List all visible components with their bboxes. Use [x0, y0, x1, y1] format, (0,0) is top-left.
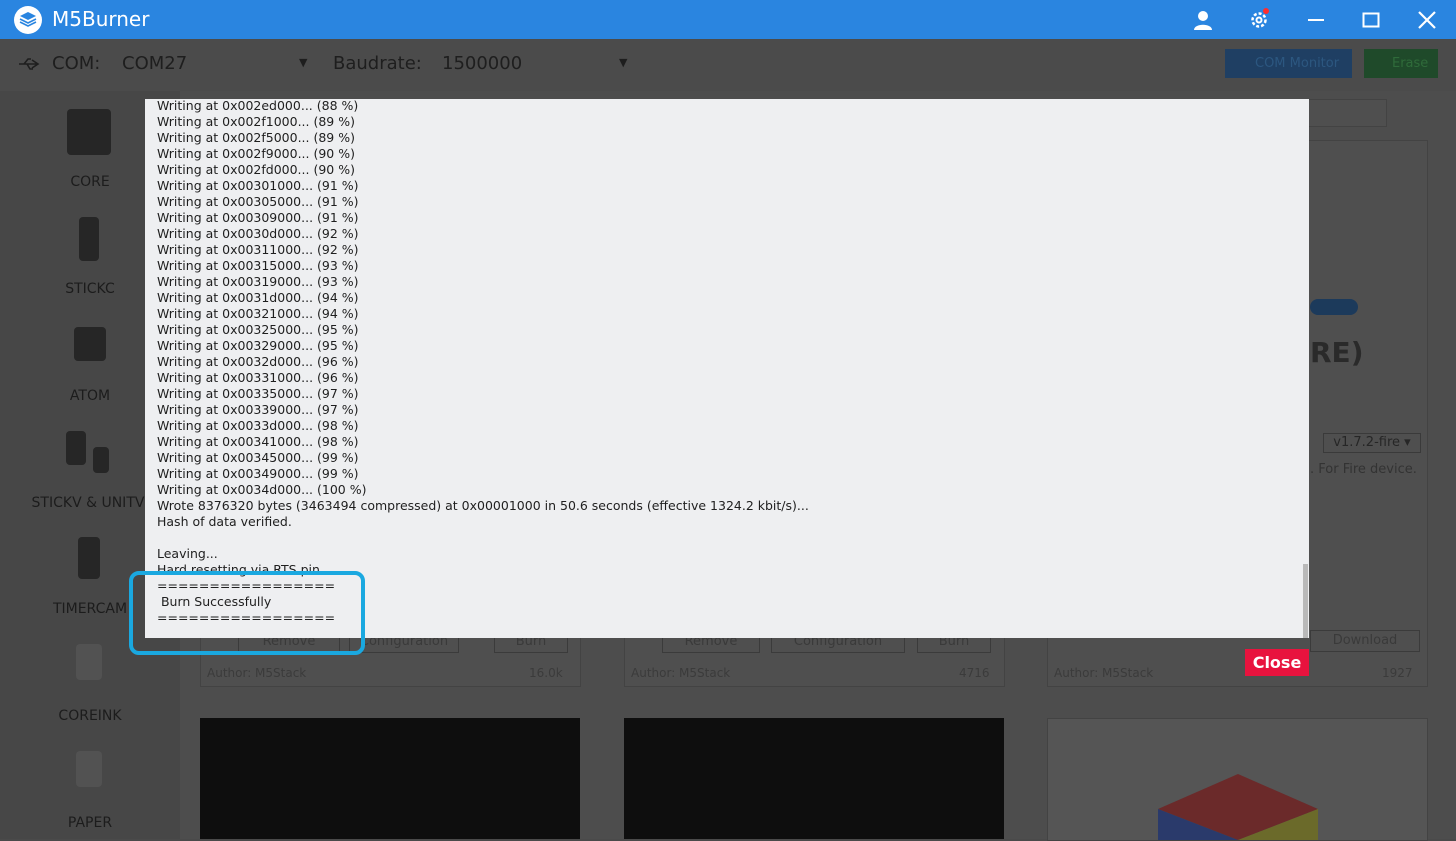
usb-icon: [19, 58, 40, 70]
log-line: Leaving...: [157, 546, 218, 561]
erase-label: Erase: [1392, 56, 1429, 71]
log-line: Writing at 0x002fd000... (90 %): [157, 162, 355, 177]
log-line: Wrote 8376320 bytes (3463494 compressed)…: [157, 498, 809, 513]
log-line: Writing at 0x00339000... (97 %): [157, 402, 359, 417]
firmware-card-5-image: [624, 718, 1004, 839]
stickv-thumb: [66, 431, 86, 465]
settings-button[interactable]: [1239, 0, 1279, 39]
unitv-thumb: [93, 447, 109, 473]
account-button[interactable]: [1183, 0, 1223, 39]
log-line: Writing at 0x00319000... (93 %): [157, 274, 359, 289]
version-select[interactable]: v1.7.2-fire ▾: [1323, 433, 1421, 453]
card-3-downloads: 1927: [1382, 666, 1413, 680]
card-3-author: Author: M5Stack: [1054, 666, 1154, 680]
log-line: Writing at 0x00321000... (94 %): [157, 306, 359, 321]
download-label: Download: [1332, 633, 1398, 648]
log-line: Writing at 0x002ed000... (88 %): [157, 99, 359, 113]
maximize-button[interactable]: [1351, 0, 1391, 39]
log-line: Writing at 0x002f1000... (89 %): [157, 114, 355, 129]
log-line: Writing at 0x00349000... (99 %): [157, 466, 359, 481]
log-line: Writing at 0x0031d000... (94 %): [157, 290, 359, 305]
log-line: Writing at 0x0030d000... (92 %): [157, 226, 359, 241]
log-line: Writing at 0x00329000... (95 %): [157, 338, 359, 353]
com-select[interactable]: COM27: [122, 53, 187, 74]
close-button[interactable]: Close: [1245, 649, 1309, 676]
user-icon: [1194, 10, 1212, 30]
baudrate-select[interactable]: 1500000: [442, 53, 522, 74]
log-line: Writing at 0x0032d000... (96 %): [157, 354, 359, 369]
log-scrollbar-thumb[interactable]: [1303, 564, 1308, 638]
timercam-thumb: [78, 537, 100, 579]
log-line: Writing at 0x00335000... (97 %): [157, 386, 359, 401]
log-line: Writing at 0x00311000... (92 %): [157, 242, 359, 257]
minimize-icon: [1308, 18, 1324, 21]
log-line: Writing at 0x00345000... (99 %): [157, 450, 359, 465]
coreink-thumb: [76, 644, 102, 680]
erase-button[interactable]: Erase: [1364, 49, 1438, 78]
com-monitor-button[interactable]: COM Monitor: [1225, 49, 1352, 78]
log-line: Writing at 0x00331000... (96 %): [157, 370, 359, 385]
paper-thumb: [76, 751, 102, 787]
title-bar: M5Burner: [0, 0, 1456, 39]
log-line: Writing at 0x00305000... (91 %): [157, 194, 359, 209]
com-monitor-label: COM Monitor: [1255, 56, 1340, 71]
app-logo-icon: [14, 6, 42, 34]
card-2-downloads: 4716: [959, 666, 990, 680]
card-3-description: . For Fire device.: [1310, 462, 1417, 477]
log-line: Writing at 0x00301000... (91 %): [157, 178, 359, 193]
notification-dot: [1263, 8, 1269, 14]
card-1-downloads: 16.0k: [529, 666, 563, 680]
log-line: Writing at 0x00315000... (93 %): [157, 258, 359, 273]
com-chevron-down-icon: ▼: [299, 56, 308, 69]
window-close-button[interactable]: [1407, 0, 1447, 39]
baudrate-label: Baudrate:: [333, 53, 422, 74]
maximize-icon: [1362, 12, 1380, 27]
atom-thumb: [74, 327, 106, 361]
sidebar-item-paper[interactable]: PAPER: [0, 815, 180, 831]
sidebar-item-coreink[interactable]: COREINK: [0, 708, 180, 724]
burn-log-dialog: Writing at 0x002e9000... (88 %)Writing a…: [145, 99, 1309, 638]
card-2-author: Author: M5Stack: [631, 666, 731, 680]
card-3-title: RE): [1310, 336, 1364, 369]
baud-chevron-down-icon: ▼: [619, 56, 628, 69]
log-line: Writing at 0x00325000... (95 %): [157, 322, 359, 337]
log-line: Writing at 0x00341000... (98 %): [157, 434, 359, 449]
log-line: Writing at 0x0033d000... (98 %): [157, 418, 359, 433]
log-line: Writing at 0x00309000... (91 %): [157, 210, 359, 225]
firmware-card-4-image: [200, 718, 580, 839]
log-scrollbar[interactable]: [1301, 99, 1309, 638]
success-highlight-box: [129, 571, 365, 655]
card-1-author: Author: M5Stack: [207, 666, 307, 680]
log-line: Hash of data verified.: [157, 514, 292, 529]
download-button[interactable]: Download: [1310, 630, 1420, 652]
uiflow-logo-icon: [1158, 774, 1318, 840]
core-thumb: [67, 109, 111, 155]
close-icon: [1418, 10, 1436, 29]
burn-log-output: Writing at 0x002e9000... (88 %)Writing a…: [157, 99, 809, 626]
log-line: Writing at 0x002f5000... (89 %): [157, 130, 355, 145]
tag-badge: [1310, 299, 1358, 315]
version-value: v1.7.2-fire: [1333, 435, 1401, 450]
firmware-card-6-image: [1047, 718, 1428, 841]
stickc-thumb: [79, 217, 99, 261]
app-title: M5Burner: [52, 7, 150, 31]
minimize-button[interactable]: [1296, 0, 1336, 39]
log-line: Writing at 0x0034d000... (100 %): [157, 482, 367, 497]
log-line: Writing at 0x002f9000... (90 %): [157, 146, 355, 161]
com-label: COM:: [52, 53, 101, 74]
